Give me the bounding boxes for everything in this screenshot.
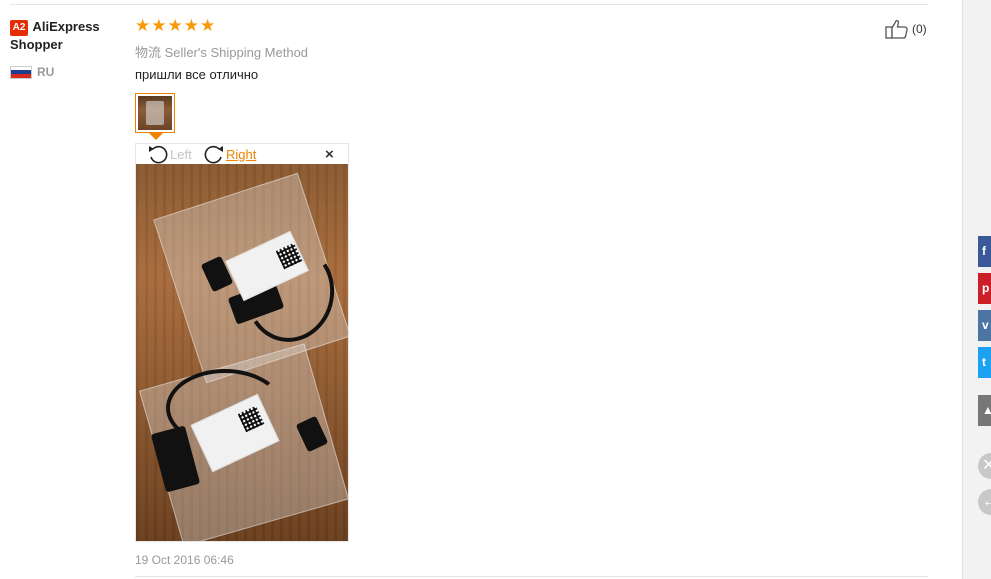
star-icon: ★ — [200, 16, 216, 35]
review-bottom-divider — [135, 576, 928, 577]
thumbs-up-icon — [885, 20, 908, 39]
shipping-method: Seller's Shipping Method — [164, 45, 309, 60]
review-photo — [136, 164, 348, 541]
arrow-up-icon: ▲ — [982, 403, 991, 417]
pinterest-share-button[interactable]: p — [978, 273, 991, 304]
rotate-right-icon — [204, 145, 223, 164]
rotate-left-button[interactable]: Left — [147, 144, 192, 164]
russia-flag-icon — [10, 65, 32, 79]
star-icon: ★ — [135, 16, 151, 35]
reviewer-name-row: A2 AliExpress Shopper — [10, 18, 130, 54]
rotate-left-label: Left — [170, 146, 192, 162]
facebook-share-button[interactable]: f — [978, 236, 991, 267]
shipping-info: 物流 Seller's Shipping Method — [135, 42, 308, 61]
vk-icon: v — [982, 318, 989, 332]
level-badge: A2 — [10, 20, 28, 36]
reviewer-country: RU — [10, 65, 54, 79]
twitter-icon: t — [982, 355, 986, 369]
facebook-icon: f — [982, 244, 986, 258]
shipping-prefix: 物流 — [135, 45, 162, 60]
helpful-button[interactable]: (0) — [885, 19, 927, 39]
star-rating: ★ ★ ★ ★ ★ — [135, 17, 215, 35]
rotate-left-icon — [149, 145, 168, 164]
close-icon: ✕ — [982, 457, 991, 474]
close-viewer-button[interactable]: × — [325, 146, 334, 163]
thumbnail-image — [138, 96, 172, 130]
thumbnail-caret — [149, 133, 163, 140]
vk-share-button[interactable]: v — [978, 310, 991, 341]
scroll-up-button[interactable]: ▲ — [978, 395, 991, 426]
arrow-left-icon: ← — [982, 493, 991, 510]
reviewer-info: A2 AliExpress Shopper RU — [10, 18, 130, 79]
star-icon: ★ — [183, 16, 199, 35]
review-text: пришли все отлично — [135, 67, 259, 82]
review-date: 19 Oct 2016 06:46 — [135, 553, 234, 567]
pinterest-icon: p — [982, 281, 990, 295]
image-viewer: Left Right × — [135, 143, 349, 542]
review-top-divider — [10, 4, 928, 5]
rotate-right-button[interactable]: Right — [203, 144, 256, 164]
review-photo-thumbnail[interactable] — [135, 93, 175, 133]
star-icon: ★ — [167, 16, 183, 35]
image-viewer-toolbar: Left Right × — [136, 144, 348, 164]
helpful-count: (0) — [912, 22, 927, 36]
star-icon: ★ — [151, 16, 167, 35]
country-code: RU — [37, 65, 55, 79]
twitter-share-button[interactable]: t — [978, 347, 991, 378]
rotate-right-label: Right — [226, 146, 257, 162]
